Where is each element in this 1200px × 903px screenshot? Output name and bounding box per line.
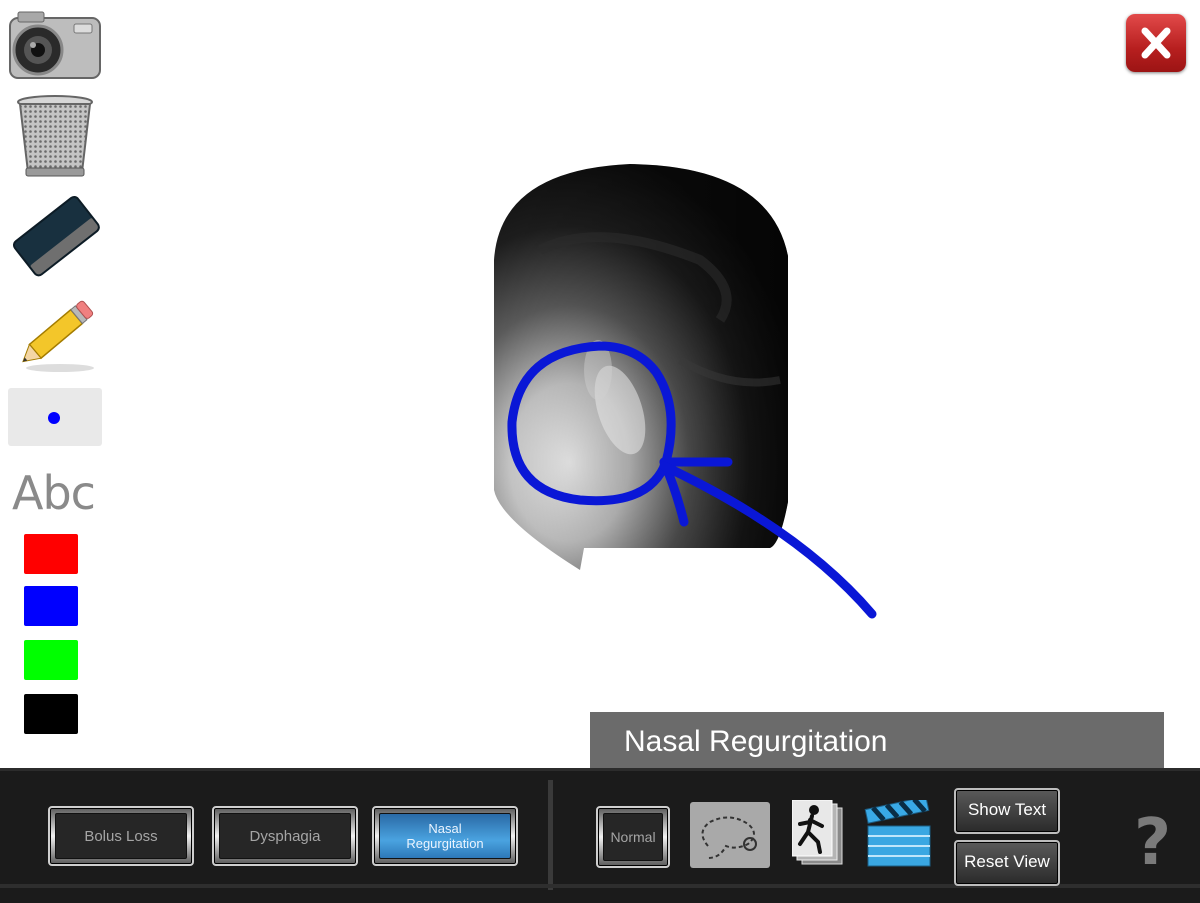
lasso-icon [701, 816, 757, 859]
trash-button[interactable] [8, 94, 102, 178]
pencil-button[interactable] [8, 296, 102, 376]
color-swatch-blue[interactable] [24, 586, 78, 626]
trash-icon [17, 95, 93, 177]
close-icon [1141, 27, 1171, 59]
brush-dot-icon [48, 412, 60, 424]
bolus-loss-button[interactable]: Bolus Loss [48, 806, 194, 866]
video-button[interactable] [864, 796, 934, 870]
button-face: Bolus Loss [55, 813, 187, 859]
help-button[interactable]: ? [1134, 806, 1171, 880]
lasso-button[interactable] [690, 802, 770, 868]
bolus-loss-label: Bolus Loss [84, 827, 158, 845]
eraser-button[interactable] [8, 192, 102, 280]
button-face: Dysphagia [219, 813, 351, 859]
normal-label: Normal [610, 829, 656, 845]
nasal-regurgitation-label: Nasal Regurgitation [406, 821, 484, 851]
button-face: Normal [603, 813, 663, 861]
reset-view-button[interactable]: Reset View [954, 840, 1060, 886]
button-face: Nasal Regurgitation [379, 813, 511, 859]
caption-bar: Nasal Regurgitation [590, 712, 1164, 770]
show-text-label: Show Text [967, 800, 1047, 819]
close-button[interactable] [1126, 14, 1186, 72]
color-swatch-red[interactable] [24, 534, 78, 574]
camera-button[interactable] [8, 10, 102, 80]
dysphagia-label: Dysphagia [249, 827, 321, 845]
dysphagia-button[interactable]: Dysphagia [212, 806, 358, 866]
eraser-icon [12, 196, 100, 277]
camera-icon [9, 11, 101, 79]
show-text-button[interactable]: Show Text [954, 788, 1060, 834]
nasal-regurgitation-button[interactable]: Nasal Regurgitation [372, 806, 518, 866]
caption-text: Nasal Regurgitation [624, 725, 888, 758]
text-tool-button[interactable]: Abc [12, 466, 96, 520]
color-swatch-green[interactable] [24, 640, 78, 680]
color-swatch-black[interactable] [24, 694, 78, 734]
animation-button[interactable] [791, 799, 846, 870]
toolbar-divider [548, 780, 553, 890]
clapperboard-icon [864, 796, 931, 867]
pencil-icon [22, 300, 94, 372]
running-figure-icon [791, 799, 843, 865]
xray-image-canvas[interactable] [480, 160, 900, 630]
reset-view-label: Reset View [964, 852, 1050, 871]
normal-button[interactable]: Normal [596, 806, 670, 868]
